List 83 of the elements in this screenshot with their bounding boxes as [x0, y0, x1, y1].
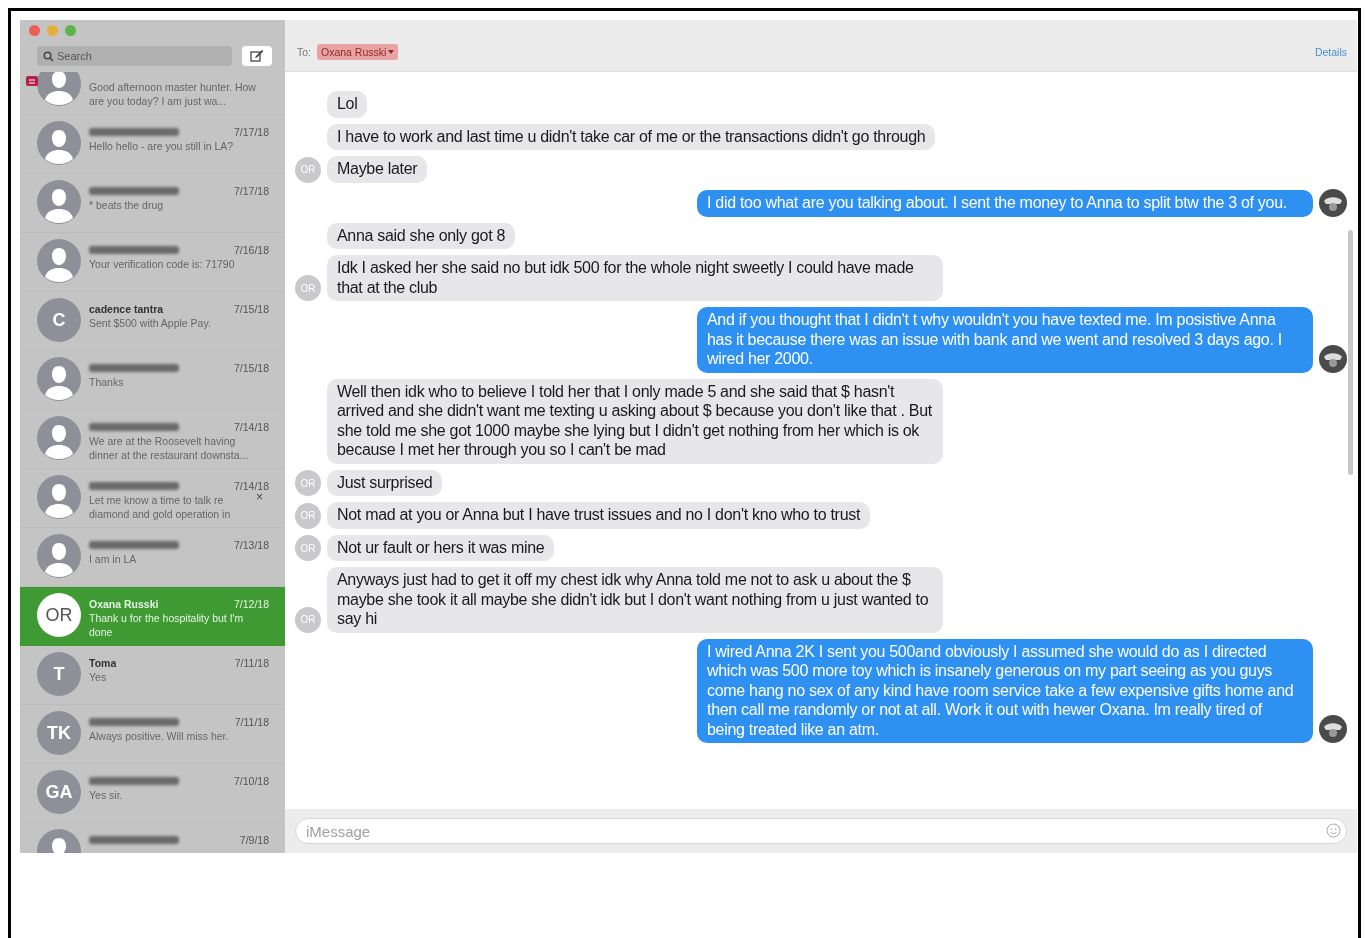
- contact-name: Toma: [89, 656, 117, 669]
- message-date: 7/9/18: [239, 833, 269, 846]
- zoom-window-button[interactable]: [65, 25, 76, 36]
- incoming-message-bubble: Lol: [327, 91, 368, 118]
- search-field[interactable]: Search: [37, 46, 232, 66]
- avatar-silhouette-icon: [37, 180, 81, 224]
- message-preview: Your verification code is: 71790: [89, 257, 236, 271]
- compose-icon: [250, 50, 264, 62]
- avatar-silhouette-icon: [37, 239, 81, 283]
- close-window-button[interactable]: [29, 25, 40, 36]
- message-preview: Sent $500 with Apple Pay.: [89, 316, 212, 330]
- message-date: 7/15/18: [233, 361, 269, 374]
- conversation-item[interactable]: 7/14/18 Let me know a time to talk re diamond and gold operation in ×: [20, 469, 285, 528]
- user-avatar-icon: [1319, 188, 1347, 217]
- incoming-message-bubble: Maybe later: [327, 156, 428, 183]
- incoming-message-bubble: I have to work and last time u didn't take car of me or the transactions didn't go through: [327, 123, 936, 150]
- contact-name: Oxana Russki: [89, 597, 159, 610]
- avatar-silhouette-icon: [37, 121, 81, 165]
- outgoing-message-bubble: I wired Anna 2K I sent you 500and obviously I assumed she would do as I directed which was 500 more toy which is insanely generous on my part seeing as you guys come hang no sex of any kind have room service take a few expensive gifts home and then call me randomly or not at all. Work it out with hewer Oxana. Im really tired of being treated like an atm.: [697, 638, 1313, 743]
- scrollbar[interactable]: [1348, 230, 1353, 475]
- conversation-item[interactable]: 7/15/18 Thanks: [20, 351, 285, 410]
- incoming-message-bubble: Not mad at you or Anna but I have trust issues and no I don't kno who to trust: [327, 502, 871, 529]
- message-preview: Always positive. Will miss her.: [89, 729, 230, 743]
- conversation-item[interactable]: GA 7/10/18 Yes sir.: [20, 764, 285, 823]
- user-avatar-icon: [1319, 715, 1347, 743]
- conversation-item[interactable]: OR Oxana Russki 7/12/18 Thank u for the hospitality but I'm done: [20, 587, 285, 646]
- avatar-initials: T: [37, 652, 81, 696]
- avatar-initials: TK: [37, 711, 81, 755]
- message-date: 7/11/18: [234, 715, 269, 728]
- compose-button[interactable]: [242, 46, 272, 66]
- conversation-item[interactable]: 7/16/18 Your verification code is: 71790: [20, 233, 285, 292]
- outgoing-message-bubble: And if you thought that I didn't t why wouldn't you have texted me. Im posistive Anna has it because there was an issue with bank and we went and resolved 3 days ago. I wired her 2000.: [697, 307, 1313, 373]
- avatar-silhouette-icon: [37, 534, 81, 578]
- message-date: 7/13/18: [233, 538, 269, 551]
- minimize-window-button[interactable]: [47, 25, 58, 36]
- conversation-item[interactable]: 7/17/18 * beats the drug: [20, 174, 285, 233]
- message-date: 7/15/18: [233, 302, 269, 315]
- incoming-message-bubble: Well then idk who to believe I told her that I only made 5 and she said that $ hasn't arrived and she didn't want me texting u asking about $ because you don't like that . But she told me she got 1000 maybe she lying but I didn't get nothing from her which is ok because I met her through you so I can't be mad: [327, 378, 943, 464]
- details-link[interactable]: Details: [1314, 45, 1347, 58]
- avatar-silhouette-icon: [37, 357, 81, 401]
- message-preview: Hello hello - are you still in LA?: [89, 139, 235, 153]
- message-date: 7/10/18: [233, 774, 269, 787]
- message-input-field[interactable]: iMessage: [295, 818, 1347, 844]
- message-preview: I am in LA: [89, 552, 138, 566]
- user-avatar-icon: [1319, 344, 1347, 373]
- avatar-initials: OR: [37, 593, 81, 637]
- avatar-silhouette-icon: [37, 475, 81, 519]
- conversation-item[interactable]: T Toma 7/11/18 Yes: [20, 646, 285, 705]
- message-date: 7/14/18: [233, 479, 269, 492]
- avatar-silhouette-icon: [37, 416, 81, 460]
- conversation-item[interactable]: C cadence tantra 7/15/18 Sent $500 with Apple Pay.: [20, 292, 285, 351]
- conversation-item[interactable]: TK 7/11/18 Always positive. Will miss her.: [20, 705, 285, 764]
- avatar-initials: GA: [37, 770, 81, 814]
- incoming-message-bubble: Anna said she only got 8: [327, 222, 516, 249]
- message-preview: * beats the drug: [89, 198, 165, 212]
- message-preview: Let me know a time to talk re diamond and gold operation in: [89, 493, 232, 521]
- avatar-silhouette-icon: [37, 72, 81, 106]
- close-icon[interactable]: ×: [256, 490, 263, 504]
- outgoing-message-bubble: I did too what are you talking about. I sent the money to Anna to split btw the 3 of you.: [697, 190, 1313, 217]
- message-date: 7/17/18: [233, 125, 269, 138]
- conversation-item[interactable]: 7/14/18 We are at the Roosevelt having dinner at the restaurant downsta...: [20, 410, 285, 469]
- message-preview: We are at the Roosevelt having dinner at the restaurant downsta...: [89, 434, 250, 462]
- message-preview: Yes sir.: [89, 788, 124, 802]
- incoming-message-bubble: Just surprised: [327, 469, 443, 496]
- message-date: 7/12/18: [233, 597, 269, 610]
- caret-icon: [388, 49, 395, 54]
- to-label: To:: [297, 45, 311, 58]
- message-date: 7/11/18: [234, 656, 269, 669]
- message-preview: Thanks: [89, 375, 125, 389]
- incoming-message-bubble: Idk I asked her she said no but idk 500 for the whole night sweetly I could have made that at the club: [327, 255, 943, 301]
- conversation-item[interactable]: 7/17/18 Hello hello - are you still in LA?: [20, 115, 285, 174]
- avatar-initials: C: [37, 298, 81, 342]
- message-preview: Thank u for the hospitality but I'm done: [89, 611, 245, 639]
- incoming-message-bubble: Not ur fault or hers it was mine: [327, 534, 555, 561]
- message-date: 7/16/18: [233, 243, 269, 256]
- conversation-item[interactable]: 7/9/18: [20, 823, 285, 853]
- message-preview: Yes: [89, 670, 108, 684]
- message-date: 7/17/18: [233, 184, 269, 197]
- recipient-chip[interactable]: Oxana Russki: [317, 43, 399, 60]
- incoming-message-bubble: Anyways just had to get it off my chest idk why Anna told me not to ask u about the $ maybe she took it all maybe she didn't idk but I don't want nothing from u just wanted to say hi: [327, 567, 943, 633]
- message-date: 7/14/18: [233, 420, 269, 433]
- emoji-icon[interactable]: [1326, 823, 1341, 838]
- contact-name: cadence tantra: [89, 302, 164, 315]
